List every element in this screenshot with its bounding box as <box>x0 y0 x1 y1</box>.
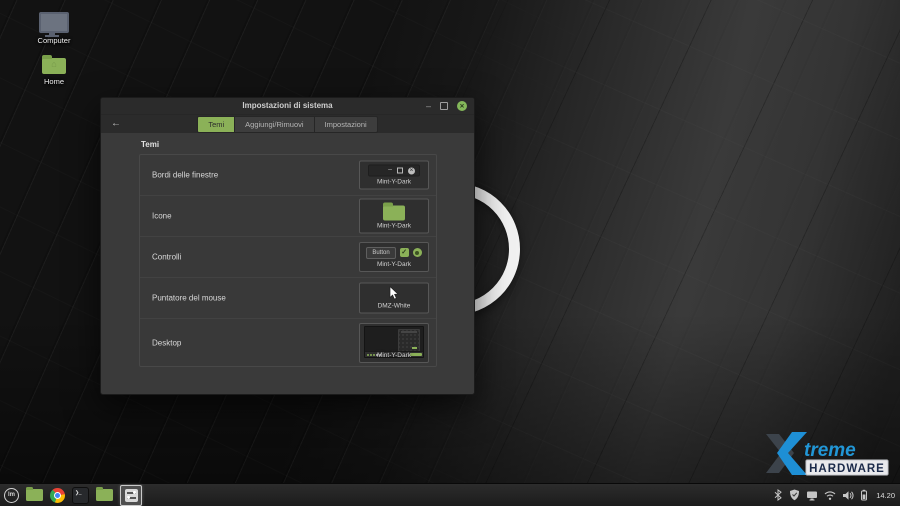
settings-sliders-icon <box>125 489 138 502</box>
cursor-theme-picker[interactable]: DMZ-White <box>359 283 429 314</box>
logo-treme-text: treme <box>804 440 856 461</box>
system-tray: 14.20 <box>773 489 895 501</box>
mini-menu-window <box>398 329 420 352</box>
mouse-cursor-icon <box>389 287 399 301</box>
system-settings-window: Impostazioni di sistema – ✕ ← Temi Aggiu… <box>100 97 475 395</box>
shield-update-icon[interactable] <box>789 489 800 501</box>
window-titlebar[interactable]: Impostazioni di sistema – ✕ <box>101 98 474 115</box>
display-icon[interactable] <box>806 490 818 501</box>
cursor-preview <box>389 287 399 301</box>
theme-value: Mint-Y-Dark <box>377 223 411 231</box>
maximize-button[interactable] <box>440 102 448 110</box>
window-title: Impostazioni di sistema <box>101 98 474 114</box>
back-button[interactable]: ← <box>111 115 121 133</box>
battery-icon[interactable] <box>860 489 868 501</box>
computer-icon <box>39 12 69 33</box>
row-controls: Controlli Button ✓ Mint-Y-Dark <box>140 237 436 278</box>
desktop-icon-label: Home <box>26 77 82 86</box>
mini-taskbar-clock <box>410 353 422 356</box>
tab-aggiungi-rimuovi[interactable]: Aggiungi/Rimuovi <box>235 116 314 133</box>
mint-menu-icon: lm <box>8 492 15 498</box>
window-borders-theme-picker[interactable]: – ✕ Mint-Y-Dark <box>359 161 429 190</box>
theme-value: DMZ-White <box>378 303 411 311</box>
tab-impostazioni[interactable]: Impostazioni <box>315 116 378 133</box>
mint-menu-button[interactable]: lm <box>4 488 19 503</box>
settings-window-button[interactable] <box>120 485 142 506</box>
row-window-borders: Bordi delle finestre – ✕ Mint-Y-Dark <box>140 155 436 196</box>
window-controls: – ✕ <box>426 98 467 114</box>
taskbar-launchers: lm <box>4 485 142 506</box>
desktop-icon-computer[interactable]: Computer <box>26 12 82 45</box>
terminal-launcher[interactable] <box>72 487 89 504</box>
theme-value: Mint-Y-Dark <box>377 261 411 269</box>
mini-minimize-icon: – <box>388 166 392 176</box>
minimize-button[interactable]: – <box>426 98 431 114</box>
taskbar: lm <box>0 483 900 506</box>
row-label: Controlli <box>152 253 181 262</box>
files-window-button[interactable] <box>96 489 113 501</box>
demo-radio-icon <box>413 248 422 257</box>
close-button[interactable]: ✕ <box>457 101 467 111</box>
row-label: Desktop <box>152 338 181 347</box>
desktop-icon-label: Computer <box>26 36 82 45</box>
tab-bar: Temi Aggiungi/Rimuovi Impostazioni <box>197 116 377 133</box>
desktop-icon-home[interactable]: Home <box>26 58 82 86</box>
demo-button: Button <box>366 247 395 259</box>
row-desktop: Desktop Mint-Y-Dark <box>140 319 436 366</box>
mini-maximize-icon <box>397 168 403 174</box>
xtreme-hardware-logo: treme HARDWARE <box>760 432 894 482</box>
wifi-icon[interactable] <box>824 490 836 501</box>
row-mouse-pointer: Puntatore del mouse DMZ-White <box>140 278 436 319</box>
bluetooth-icon[interactable] <box>773 489 783 501</box>
demo-checkbox-icon: ✓ <box>400 248 409 257</box>
window-toolbar: ← Temi Aggiungi/Rimuovi Impostazioni <box>101 115 474 134</box>
controls-theme-picker[interactable]: Button ✓ Mint-Y-Dark <box>359 242 429 272</box>
titlebar-preview: – ✕ <box>368 165 420 177</box>
section-title: Temi <box>141 140 159 149</box>
logo-hardware-text: HARDWARE <box>809 463 885 475</box>
row-label: Icone <box>152 212 172 221</box>
volume-icon[interactable] <box>842 490 854 501</box>
window-content: Temi Bordi delle finestre – ✕ Mint-Y-Dar… <box>101 133 474 394</box>
mini-close-icon: ✕ <box>408 167 415 174</box>
chrome-launcher[interactable] <box>50 488 65 503</box>
desktop-theme-picker[interactable]: Mint-Y-Dark <box>359 323 429 363</box>
folder-preview-icon <box>383 206 405 221</box>
theme-settings-list: Bordi delle finestre – ✕ Mint-Y-Dark Ico… <box>139 154 437 367</box>
files-launcher[interactable] <box>26 489 43 501</box>
taskbar-clock[interactable]: 14.20 <box>876 491 895 500</box>
row-icons: Icone Mint-Y-Dark <box>140 196 436 237</box>
controls-preview: Button ✓ <box>366 246 421 259</box>
home-folder-icon <box>42 58 66 74</box>
row-label: Bordi delle finestre <box>152 171 218 180</box>
row-label: Puntatore del mouse <box>152 294 226 303</box>
theme-value: Mint-Y-Dark <box>377 179 411 187</box>
theme-value: Mint-Y-Dark <box>377 352 411 360</box>
icon-theme-picker[interactable]: Mint-Y-Dark <box>359 199 429 234</box>
tab-temi[interactable]: Temi <box>197 116 235 133</box>
